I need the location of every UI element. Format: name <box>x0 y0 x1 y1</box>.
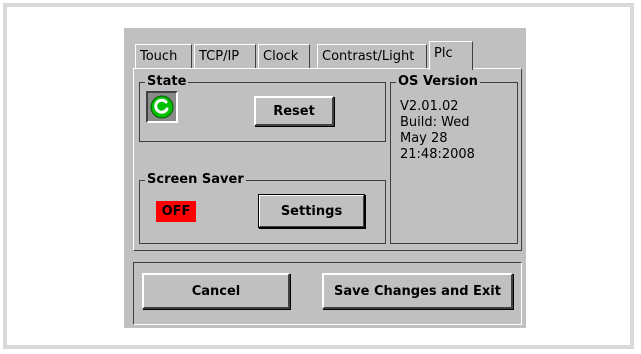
screen-saver-status-badge: OFF <box>156 201 196 222</box>
tab-contrast-light[interactable]: Contrast/Light <box>317 44 427 68</box>
tab-touch[interactable]: Touch <box>135 44 192 68</box>
screen-saver-group: Screen Saver OFF Settings <box>139 172 386 244</box>
state-group: State Reset <box>139 74 386 142</box>
os-version-legend: OS Version <box>396 74 480 90</box>
state-legend: State <box>145 74 189 90</box>
state-indicator <box>146 91 178 123</box>
os-version-group: OS Version V2.01.02 Build: Wed May 28 21… <box>390 74 518 244</box>
plc-tab-panel: State Reset Screen Saver OFF Settings OS… <box>133 68 522 251</box>
save-changes-and-exit-button[interactable]: Save Changes and Exit <box>322 273 513 309</box>
settings-button[interactable]: Settings <box>258 194 365 228</box>
tab-clock[interactable]: Clock <box>258 44 310 68</box>
reset-button[interactable]: Reset <box>254 96 334 126</box>
plc-settings-dialog: Touch TCP/IP Clock Contrast/Light Plc St… <box>124 28 526 328</box>
plc-running-icon <box>150 95 174 119</box>
cancel-button[interactable]: Cancel <box>142 273 290 309</box>
button-bar: Cancel Save Changes and Exit <box>133 262 522 325</box>
tab-tcp-ip[interactable]: TCP/IP <box>194 44 256 68</box>
screen-saver-legend: Screen Saver <box>145 172 246 188</box>
os-version-text: V2.01.02 Build: Wed May 28 21:48:2008 <box>400 99 475 162</box>
tab-plc[interactable]: Plc <box>429 41 473 70</box>
